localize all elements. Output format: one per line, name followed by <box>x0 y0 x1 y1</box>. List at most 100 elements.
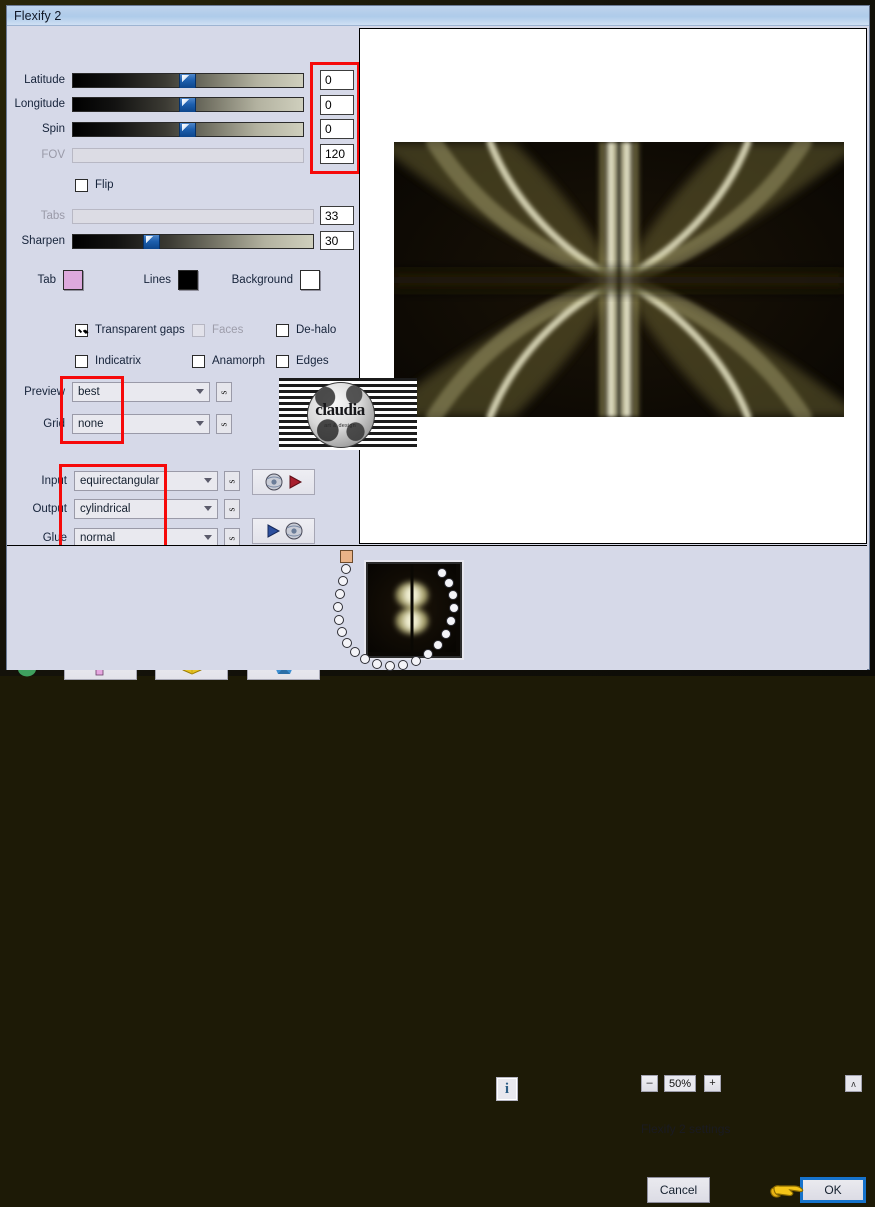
edges-checkbox[interactable] <box>276 354 289 368</box>
starburst-svg <box>394 142 844 417</box>
background-color-swatch[interactable] <box>300 270 320 290</box>
preset-selected-marker[interactable] <box>340 550 353 563</box>
value-input-spin[interactable]: 0 <box>320 119 354 139</box>
preset-dot[interactable] <box>437 568 447 578</box>
preset-dot[interactable] <box>433 640 443 650</box>
preset-dot[interactable] <box>448 590 458 600</box>
zoom-in-button[interactable]: + <box>704 1075 721 1092</box>
preset-dot[interactable] <box>385 661 395 671</box>
minus-icon: – <box>646 1077 653 1089</box>
value-input-tabs[interactable]: 33 <box>320 206 354 225</box>
output-projection-select[interactable]: cylindrical <box>74 499 218 519</box>
combo-row-input: Input equirectangular s <box>7 471 240 491</box>
preset-dot[interactable] <box>335 589 345 599</box>
preset-dot[interactable] <box>360 654 370 664</box>
preset-dot[interactable] <box>398 660 408 670</box>
window-titlebar[interactable]: Flexify 2 <box>7 6 869 26</box>
watermark-subtitle: art & design <box>324 423 356 429</box>
preset-dot[interactable] <box>341 564 351 574</box>
combo-label-preview: Preview <box>24 386 65 398</box>
play-triangle-blue-icon <box>267 524 280 538</box>
preset-dot[interactable] <box>446 616 456 626</box>
checkbox-row-indicatrix[interactable]: Indicatrix <box>75 352 141 370</box>
checkbox-row-faces: Faces <box>192 321 243 339</box>
slider-thumb[interactable] <box>179 73 196 88</box>
indicatrix-checkbox[interactable] <box>75 354 88 368</box>
transparent-gaps-checkbox[interactable] <box>75 323 88 337</box>
preset-dot[interactable] <box>337 627 347 637</box>
preset-dot[interactable] <box>333 602 343 612</box>
tab-color-swatch[interactable] <box>63 270 83 290</box>
input-reset-button[interactable]: s <box>224 471 240 491</box>
slider-row-sharpen: Sharpen <box>7 232 314 250</box>
chevron-down-icon <box>204 506 212 511</box>
checkbox-row-transparent-gaps[interactable]: Transparent gaps <box>75 321 185 339</box>
slider-thumb[interactable] <box>179 122 196 137</box>
preview-reset-label: s <box>218 390 230 394</box>
slider-label-fov: FOV <box>41 149 65 161</box>
zoom-out-button[interactable]: – <box>641 1075 658 1092</box>
chevron-up-icon: ʌ <box>851 1078 856 1089</box>
cancel-button[interactable]: Cancel <box>647 1177 710 1203</box>
slider-track <box>73 148 303 162</box>
value-input-fov[interactable]: 120 <box>320 144 354 164</box>
globe-icon <box>265 473 282 491</box>
preset-dot[interactable] <box>449 603 459 613</box>
checkbox-row-de-halo[interactable]: De-halo <box>276 321 336 339</box>
transparent-gaps-label: Transparent gaps <box>95 324 185 336</box>
slider-row-longitude: Longitude <box>7 95 304 113</box>
combo-label-output: Output <box>32 503 67 515</box>
slider-sharpen[interactable] <box>72 233 314 249</box>
preset-dot[interactable] <box>342 638 352 648</box>
preset-thumbnail[interactable] <box>366 562 462 658</box>
slider-track <box>73 234 313 248</box>
slider-spin[interactable] <box>72 121 304 137</box>
combo-row-grid: Grid none s <box>7 414 232 434</box>
window-body: Latitude 0 Longitude 0 Spin 0 FOV 120 Fl… <box>7 26 869 1203</box>
preset-dot[interactable] <box>350 647 360 657</box>
globe-icon <box>285 522 302 540</box>
preset-dot[interactable] <box>411 656 421 666</box>
preset-dot[interactable] <box>334 615 344 625</box>
starburst-render <box>394 142 844 417</box>
globe-to-plane-button[interactable] <box>252 469 315 495</box>
play-triangle-red-icon <box>289 475 302 489</box>
value-input-latitude[interactable]: 0 <box>320 70 354 90</box>
image-preview-canvas[interactable] <box>359 28 867 544</box>
zoom-level-value[interactable]: 50% <box>664 1075 696 1092</box>
color-label-lines: Lines <box>143 274 172 286</box>
value-input-longitude[interactable]: 0 <box>320 95 354 115</box>
info-button[interactable]: i <box>496 1077 518 1101</box>
preset-dot[interactable] <box>423 649 433 659</box>
input-projection-select[interactable]: equirectangular <box>74 471 218 491</box>
output-reset-button[interactable]: s <box>224 499 240 519</box>
preview-select[interactable]: best <box>72 382 210 402</box>
slider-thumb[interactable] <box>179 97 196 112</box>
preset-dot[interactable] <box>444 578 454 588</box>
slider-label-spin: Spin <box>41 123 65 135</box>
value-input-sharpen[interactable]: 30 <box>320 231 354 250</box>
slider-longitude[interactable] <box>72 96 304 112</box>
preset-dot[interactable] <box>441 629 451 639</box>
checkbox-row-edges[interactable]: Edges <box>276 352 329 370</box>
checkbox-row-anamorph[interactable]: Anamorph <box>192 352 265 370</box>
checkbox-row-flip[interactable]: Flip <box>75 176 114 194</box>
plane-to-globe-button[interactable] <box>252 518 315 544</box>
window-title: Flexify 2 <box>14 8 62 23</box>
slider-latitude[interactable] <box>72 72 304 88</box>
preset-dot[interactable] <box>338 576 348 586</box>
flip-checkbox[interactable] <box>75 178 88 192</box>
info-icon: i <box>504 1080 510 1097</box>
preset-dot[interactable] <box>372 659 382 669</box>
grid-select[interactable]: none <box>72 414 210 434</box>
anamorph-checkbox[interactable] <box>192 354 205 368</box>
preview-select-value: best <box>78 386 100 398</box>
de-halo-checkbox[interactable] <box>276 323 289 337</box>
lines-color-swatch[interactable] <box>178 270 198 290</box>
collapse-panel-button[interactable]: ʌ <box>845 1075 862 1092</box>
faces-checkbox <box>192 323 205 337</box>
slider-thumb[interactable] <box>143 234 160 249</box>
ok-button[interactable]: OK <box>800 1177 866 1203</box>
grid-reset-button[interactable]: s <box>216 414 232 434</box>
preview-reset-button[interactable]: s <box>216 382 232 402</box>
